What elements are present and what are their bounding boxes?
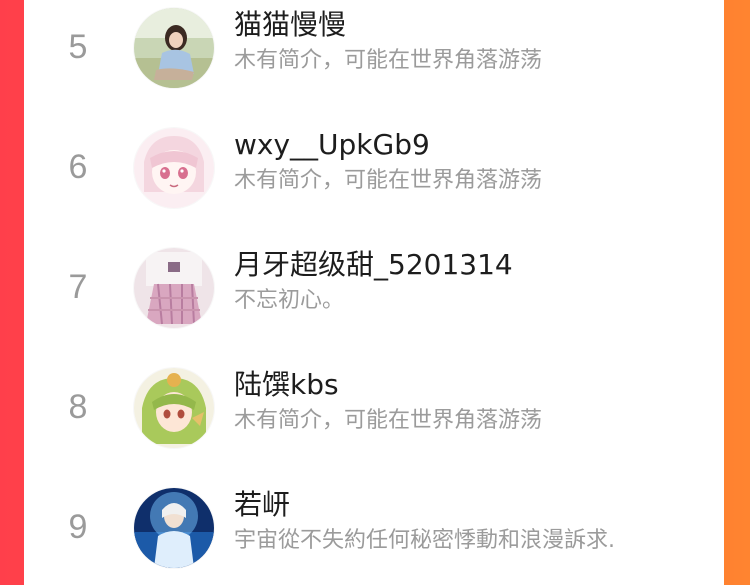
user-name[interactable]: 月牙超级甜_5201314 — [234, 248, 513, 282]
user-bio: 不忘初心。 — [234, 288, 345, 313]
avatar-photo-blue-glow-icon — [134, 488, 214, 568]
rank-number: 9 — [68, 508, 88, 546]
avatar[interactable] — [134, 488, 214, 568]
user-bio: 木有简介，可能在世界角落游荡 — [234, 168, 543, 193]
user-name[interactable]: wxy__UpkGb9 — [234, 128, 430, 162]
rank-number: 7 — [68, 268, 88, 306]
list-item[interactable]: 8 陆馔kbs 木有简介，可能在世界角落游荡 — [24, 360, 724, 460]
avatar[interactable] — [134, 248, 214, 328]
list-item[interactable]: 9 若岍 宇宙從不失約任何秘密悸動和浪漫訴求. — [24, 480, 724, 580]
user-bio: 木有简介，可能在世界角落游荡 — [234, 48, 543, 73]
avatar-anime-green-hair-icon — [134, 368, 214, 448]
avatar[interactable] — [134, 8, 214, 88]
avatar[interactable] — [134, 368, 214, 448]
avatar-anime-pink-hair-icon — [134, 128, 214, 208]
list-item[interactable]: 5 猫猫慢慢 木有简介，可能在世界角落游荡 — [24, 0, 724, 100]
avatar-photo-girl-sitting-icon — [134, 8, 214, 88]
user-name[interactable]: 陆馔kbs — [234, 368, 339, 402]
rank-number: 8 — [68, 388, 88, 426]
user-name[interactable]: 猫猫慢慢 — [234, 8, 346, 42]
list-item[interactable]: 6 wxy__UpkGb9 木有简介，可能在世界角落游荡 — [24, 120, 724, 220]
user-bio: 宇宙從不失約任何秘密悸動和浪漫訴求. — [234, 528, 615, 553]
avatar[interactable] — [134, 128, 214, 208]
user-name[interactable]: 若岍 — [234, 488, 290, 522]
rank-number: 6 — [68, 148, 88, 186]
user-bio: 木有简介，可能在世界角落游荡 — [234, 408, 543, 433]
rank-number: 5 — [68, 28, 88, 66]
list-item[interactable]: 7 月牙超级甜_5201314 不忘初心。 — [24, 240, 724, 340]
ranking-list-card: 5 猫猫慢慢 木有简介，可能在世界角落游荡 6 wxy__UpkGb9 木有简介… — [24, 0, 724, 585]
avatar-photo-plaid-skirt-icon — [134, 248, 214, 328]
